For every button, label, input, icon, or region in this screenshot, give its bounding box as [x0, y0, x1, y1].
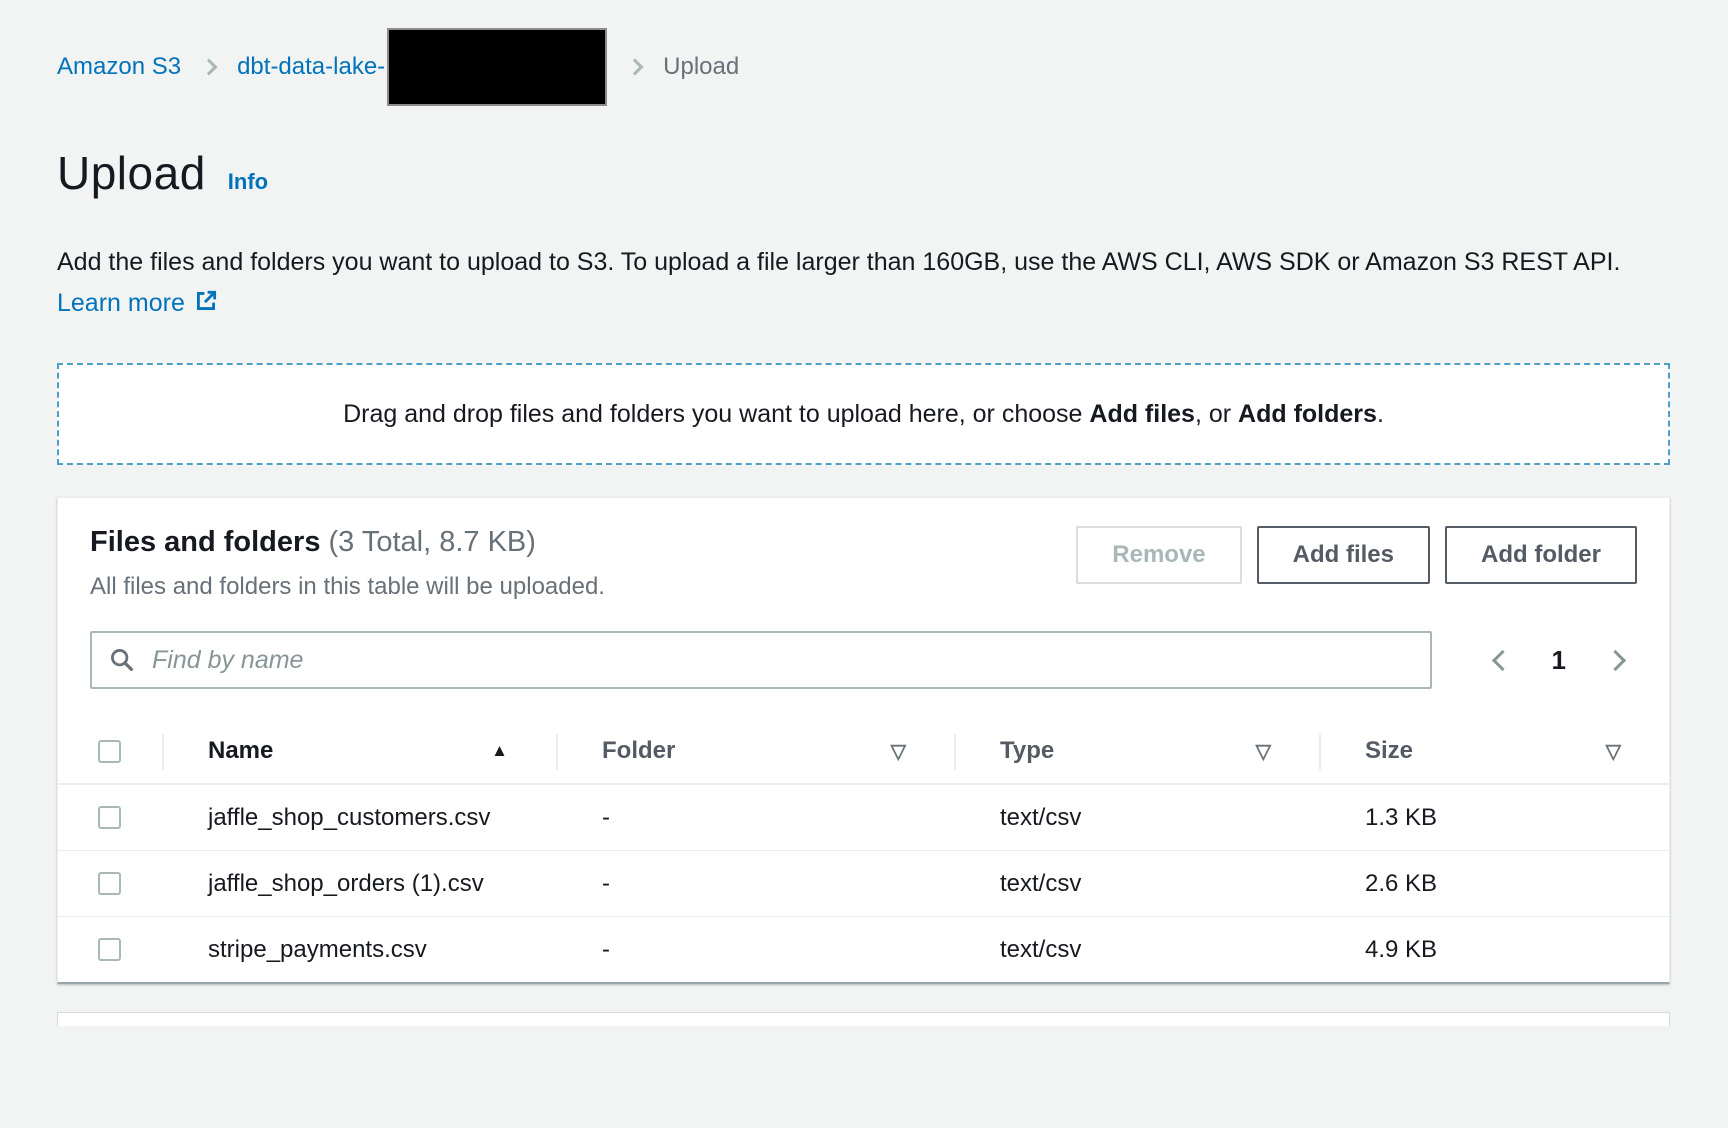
column-size-label: Size	[1365, 737, 1413, 765]
breadcrumb-bucket-link[interactable]: dbt-data-lake-	[237, 53, 385, 81]
panel-count-summary: (3 Total, 8.7 KB)	[329, 526, 536, 558]
row-checkbox[interactable]	[98, 938, 121, 961]
breadcrumb-chevron-icon	[627, 59, 644, 76]
file-folder: -	[556, 917, 954, 982]
files-table: Name ▲ Folder ▽ Type ▽ Size ▽	[58, 719, 1669, 982]
table-row: jaffle_shop_customers.csv - text/csv 1.3…	[58, 785, 1669, 851]
column-header-name[interactable]: Name ▲	[162, 719, 556, 783]
current-page-number[interactable]: 1	[1552, 645, 1566, 676]
files-and-folders-panel: Files and folders (3 Total, 8.7 KB) All …	[57, 497, 1670, 984]
panel-title-text: Files and folders	[90, 526, 320, 558]
add-files-button[interactable]: Add files	[1257, 526, 1430, 584]
drag-drop-zone[interactable]: Drag and drop files and folders you want…	[57, 363, 1670, 465]
file-type: text/csv	[954, 785, 1319, 850]
column-name-label: Name	[208, 737, 273, 765]
info-link[interactable]: Info	[228, 169, 268, 195]
dropzone-suffix: .	[1377, 400, 1384, 428]
intro-text: Add the files and folders you want to up…	[57, 242, 1669, 327]
dropzone-add-files-label: Add files	[1089, 400, 1195, 428]
breadcrumb: Amazon S3 dbt-data-lake- Upload	[57, 44, 1670, 90]
filter-icon[interactable]: ▽	[1606, 739, 1621, 764]
sort-ascending-icon[interactable]: ▲	[491, 741, 508, 761]
search-input[interactable]	[90, 631, 1432, 689]
row-checkbox-cell	[58, 938, 162, 961]
row-checkbox[interactable]	[98, 806, 121, 829]
table-row: stripe_payments.csv - text/csv 4.9 KB	[58, 917, 1669, 982]
table-row: jaffle_shop_orders (1).csv - text/csv 2.…	[58, 851, 1669, 917]
intro-body: Add the files and folders you want to up…	[57, 248, 1620, 276]
select-all-checkbox[interactable]	[98, 740, 121, 763]
add-folder-button[interactable]: Add folder	[1445, 526, 1637, 584]
dropzone-text: Drag and drop files and folders you want…	[343, 400, 1384, 429]
external-link-icon	[193, 286, 219, 327]
column-folder-label: Folder	[602, 737, 675, 765]
column-header-folder[interactable]: Folder ▽	[556, 719, 954, 783]
next-section-card-edge	[57, 1012, 1670, 1026]
panel-description: All files and folders in this table will…	[90, 573, 605, 601]
dropzone-separator: , or	[1195, 400, 1238, 428]
breadcrumb-current-page: Upload	[663, 53, 739, 81]
file-name: stripe_payments.csv	[162, 917, 518, 982]
title-row: Upload Info	[57, 146, 1670, 200]
file-folder: -	[556, 785, 954, 850]
file-type: text/csv	[954, 851, 1319, 916]
learn-more-link[interactable]: Learn more	[57, 289, 219, 317]
panel-actions: Remove Add files Add folder	[1076, 526, 1637, 584]
next-page-icon[interactable]	[1605, 649, 1626, 670]
search-row: 1	[58, 631, 1669, 689]
panel-header: Files and folders (3 Total, 8.7 KB) All …	[58, 498, 1669, 601]
filter-icon[interactable]: ▽	[1256, 739, 1271, 764]
panel-heading-block: Files and folders (3 Total, 8.7 KB) All …	[90, 526, 605, 601]
file-name: jaffle_shop_orders (1).csv	[162, 851, 518, 916]
file-name: jaffle_shop_customers.csv	[162, 785, 518, 850]
file-size: 4.9 KB	[1319, 917, 1669, 982]
row-checkbox-cell	[58, 806, 162, 829]
row-checkbox[interactable]	[98, 872, 121, 895]
file-size: 2.6 KB	[1319, 851, 1669, 916]
column-header-size[interactable]: Size ▽	[1319, 719, 1669, 783]
previous-page-icon[interactable]	[1491, 649, 1512, 670]
remove-button[interactable]: Remove	[1076, 526, 1241, 584]
file-size: 1.3 KB	[1319, 785, 1669, 850]
search-wrap	[90, 631, 1432, 689]
learn-more-label: Learn more	[57, 289, 185, 317]
row-checkbox-cell	[58, 872, 162, 895]
header-checkbox-cell	[58, 740, 162, 763]
panel-title: Files and folders (3 Total, 8.7 KB)	[90, 526, 605, 559]
file-type: text/csv	[954, 917, 1319, 982]
breadcrumb-amazon-s3-link[interactable]: Amazon S3	[57, 53, 181, 81]
upload-page: Amazon S3 dbt-data-lake- Upload Upload I…	[0, 0, 1728, 1026]
column-type-label: Type	[1000, 737, 1054, 765]
filter-icon[interactable]: ▽	[891, 739, 906, 764]
file-folder: -	[556, 851, 954, 916]
breadcrumb-chevron-icon	[201, 59, 218, 76]
column-header-type[interactable]: Type ▽	[954, 719, 1319, 783]
dropzone-prefix: Drag and drop files and folders you want…	[343, 400, 1089, 428]
dropzone-add-folders-label: Add folders	[1238, 400, 1377, 428]
panel-count-text: (3 Total, 8.7 KB)	[329, 526, 536, 558]
table-header-row: Name ▲ Folder ▽ Type ▽ Size ▽	[58, 719, 1669, 785]
page-title: Upload	[57, 146, 206, 200]
redacted-bucket-name	[387, 28, 607, 106]
pagination: 1	[1495, 645, 1623, 676]
search-icon	[108, 646, 136, 679]
